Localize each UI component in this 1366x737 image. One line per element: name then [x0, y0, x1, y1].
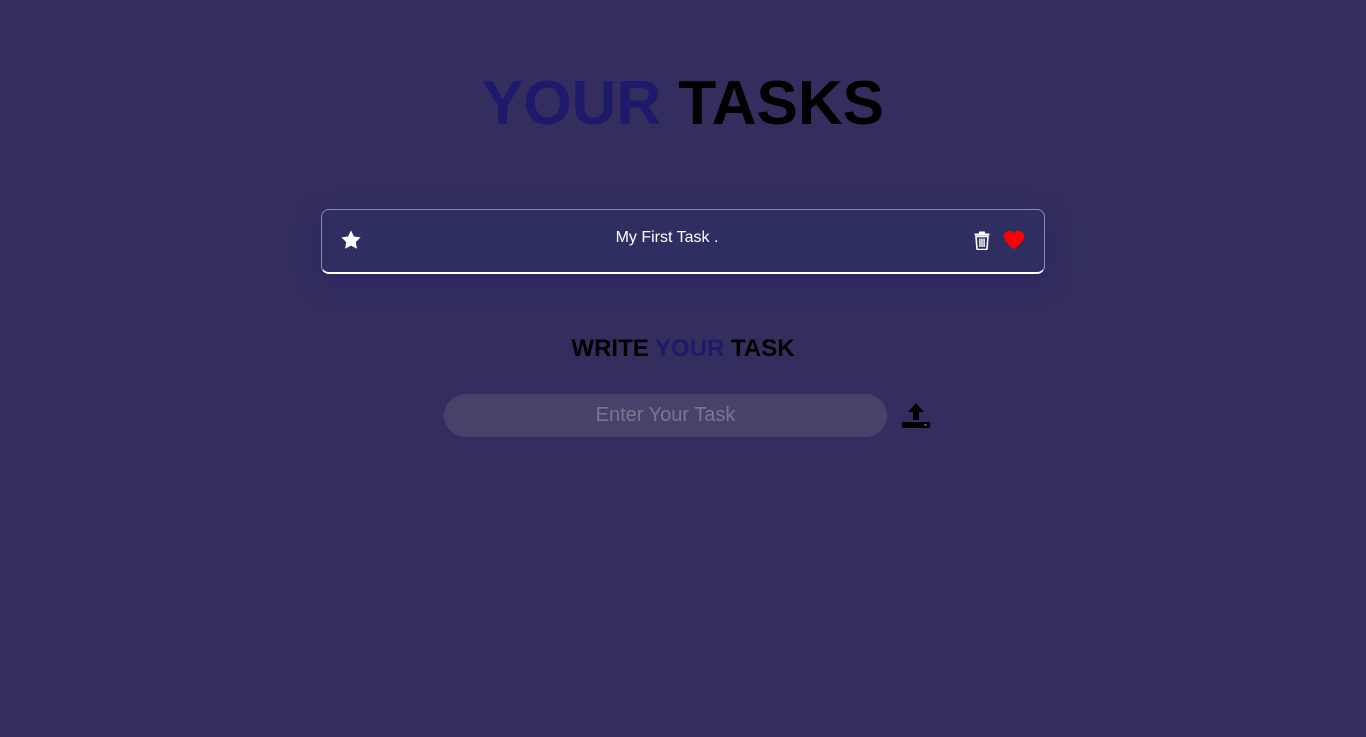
trash-icon[interactable]	[974, 231, 990, 250]
app-page: YOUR TASKS My First Task . WRITE YOUR TA…	[0, 0, 1366, 737]
form-heading-write: WRITE	[571, 335, 649, 362]
form-heading: WRITE YOUR TASK	[0, 335, 1366, 363]
form-heading-accent: YOUR	[654, 335, 725, 362]
form-heading-task: TASK	[731, 335, 795, 362]
task-card: My First Task .	[321, 209, 1045, 274]
page-title: YOUR TASKS	[0, 68, 1366, 140]
task-text: My First Task .	[615, 229, 719, 246]
page-title-accent: YOUR	[482, 69, 662, 138]
task-input[interactable]	[444, 394, 887, 437]
heart-icon[interactable]	[1003, 230, 1025, 250]
upload-icon[interactable]	[900, 402, 932, 430]
page-title-main: TASKS	[678, 69, 884, 138]
